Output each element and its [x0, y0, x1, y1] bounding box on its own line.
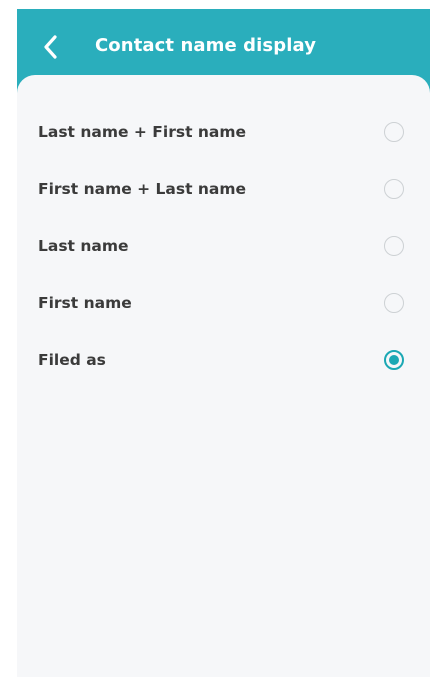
screen: Contact name display Last name + First n… [17, 9, 430, 677]
options-panel: Last name + First name First name + Last… [17, 75, 430, 677]
option-filed-as[interactable]: Filed as [17, 334, 430, 386]
radio-button-unchecked[interactable] [384, 293, 404, 313]
radio-dot [389, 355, 399, 365]
option-label: Last name [38, 237, 129, 255]
radio-button-checked[interactable] [384, 350, 404, 370]
option-label: Filed as [38, 351, 106, 369]
option-last-first[interactable]: Last name + First name [17, 106, 430, 158]
radio-button-unchecked[interactable] [384, 179, 404, 199]
option-first-name[interactable]: First name [17, 277, 430, 329]
radio-button-unchecked[interactable] [384, 122, 404, 142]
option-last-name[interactable]: Last name [17, 220, 430, 272]
back-button[interactable] [31, 27, 71, 67]
option-label: Last name + First name [38, 123, 247, 141]
option-label: First name + Last name [38, 180, 247, 198]
radio-button-unchecked[interactable] [384, 236, 404, 256]
option-first-last[interactable]: First name + Last name [17, 163, 430, 215]
chevron-left-icon [44, 35, 57, 59]
page-title: Contact name display [95, 35, 317, 56]
option-label: First name [38, 294, 132, 312]
